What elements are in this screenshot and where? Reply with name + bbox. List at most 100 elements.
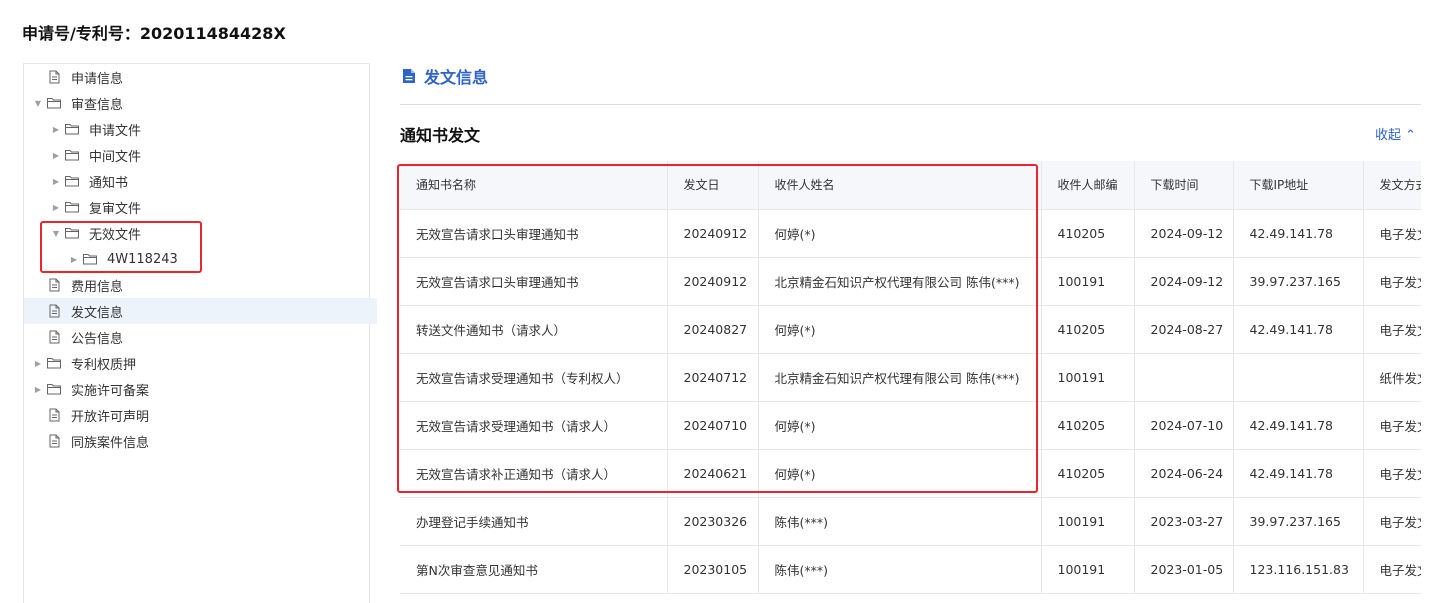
tree-item-label: 中间文件 xyxy=(89,149,142,165)
tree-item[interactable]: ▼ 审查信息 xyxy=(24,90,377,116)
table-cell: 何婷(*) xyxy=(758,305,1042,354)
table-cell: 20240912 xyxy=(667,257,759,306)
folder-icon xyxy=(64,200,80,214)
caret-right-icon[interactable]: ▶ xyxy=(50,177,62,186)
table-cell: 北京精金石知识产权代理有限公司 陈伟(***) xyxy=(758,353,1042,402)
table-cell: 何婷(*) xyxy=(758,449,1042,498)
table-cell: 电子发文 xyxy=(1363,209,1421,258)
tree-item[interactable]: ▶ 申请文件 xyxy=(24,116,395,142)
folder-icon xyxy=(64,174,80,188)
folder-icon xyxy=(46,382,62,396)
tree-item-label: 申请信息 xyxy=(71,71,124,87)
table-cell: 20240827 xyxy=(667,305,759,354)
tree-item[interactable]: ▶同族案件信息 xyxy=(24,428,377,454)
table-cell: 100191 xyxy=(1041,545,1135,594)
table-cell: 无效宣告请求口头审理通知书 xyxy=(400,257,668,306)
caret-right-icon[interactable]: ▶ xyxy=(32,385,44,394)
tree-item-label: 发文信息 xyxy=(71,305,124,321)
table-cell: 电子发文 xyxy=(1363,257,1421,306)
folder-icon xyxy=(64,226,80,240)
column-header: 收件人邮编 xyxy=(1041,161,1135,210)
table-row[interactable]: 无效宣告请求口头审理通知书 20240912 北京精金石知识产权代理有限公司 陈伟(… xyxy=(400,257,1421,306)
tree-item-label: 无效文件 xyxy=(89,227,142,243)
tree-item[interactable]: ▶ 实施许可备案 xyxy=(24,376,377,402)
page-title: 申请号/专利号：202011484428X xyxy=(22,24,286,43)
document-icon xyxy=(46,70,62,84)
table-cell: 20240710 xyxy=(667,401,759,450)
table-cell: 2024-07-10 xyxy=(1134,401,1234,450)
tree-item[interactable]: ▶ 通知书 xyxy=(24,168,395,194)
tree-item[interactable]: ▶发文信息 xyxy=(24,298,377,324)
table-cell: 2024-06-24 xyxy=(1134,449,1234,498)
table-cell: 2023-03-27 xyxy=(1134,497,1234,546)
tree-item[interactable]: ▼ 无效文件 xyxy=(24,220,395,246)
tree-item[interactable]: ▶公告信息 xyxy=(24,324,377,350)
table-cell: 20240621 xyxy=(667,449,759,498)
table-cell: 410205 xyxy=(1041,401,1135,450)
table-cell: 第N次审查意见通知书 xyxy=(400,545,668,594)
table-cell: 陈伟(***) xyxy=(758,545,1042,594)
table-cell: 无效宣告请求受理通知书（请求人） xyxy=(400,401,668,450)
table-cell: 何婷(*) xyxy=(758,401,1042,450)
table-row[interactable]: 无效宣告请求补正通知书（请求人） 20240621 何婷(*) 410205 2024-… xyxy=(400,449,1421,498)
table-cell: 转送文件通知书（请求人） xyxy=(400,305,668,354)
tree-item-label: 同族案件信息 xyxy=(71,435,150,451)
tree-item[interactable]: ▶费用信息 xyxy=(24,272,377,298)
table-cell: 无效宣告请求受理通知书（专利权人） xyxy=(400,353,668,402)
tree-item[interactable]: ▶ 中间文件 xyxy=(24,142,395,168)
caret-down-icon[interactable]: ▼ xyxy=(32,99,44,108)
folder-icon xyxy=(46,96,62,110)
column-header: 发文日 xyxy=(667,161,759,210)
tree-item-label: 专利权质押 xyxy=(71,357,137,373)
notice-table-container: 通知书名称发文日收件人姓名收件人邮编下载时间下载IP地址发文方式 无效宣告请求口… xyxy=(400,161,1421,595)
tree-item[interactable]: ▶ 复审文件 xyxy=(24,194,395,220)
table-cell: 纸件发文 xyxy=(1363,353,1421,402)
table-row[interactable]: 办理登记手续通知书 20230326 陈伟(***) 100191 2023-03-27… xyxy=(400,497,1421,546)
caret-right-icon[interactable]: ▶ xyxy=(68,255,80,264)
table-cell: 20240912 xyxy=(667,209,759,258)
subsection-title: 通知书发文 xyxy=(400,126,481,145)
column-header: 收件人姓名 xyxy=(758,161,1042,210)
table-row[interactable]: 无效宣告请求受理通知书（专利权人） 20240712 北京精金石知识产权代理有限公司… xyxy=(400,353,1421,402)
table-cell: 2024-09-12 xyxy=(1134,257,1234,306)
table-header-row: 通知书名称发文日收件人姓名收件人邮编下载时间下载IP地址发文方式 xyxy=(400,161,1421,210)
tree-item[interactable]: ▶申请信息 xyxy=(24,64,377,90)
navigation-tree: ▶申请信息▼审查信息▶申请文件▶中间文件▶通知书▶复审文件▼无效文件▶4W118… xyxy=(23,63,377,603)
caret-right-icon[interactable]: ▶ xyxy=(50,125,62,134)
table-body: 无效宣告请求口头审理通知书 20240912 何婷(*) 410205 2024-09-… xyxy=(400,209,1421,594)
section-title: 发文信息 xyxy=(424,68,489,87)
table-row[interactable]: 无效宣告请求口头审理通知书 20240912 何婷(*) 410205 2024-09-… xyxy=(400,209,1421,258)
tree-item-label: 复审文件 xyxy=(89,201,142,217)
tree-item-label: 通知书 xyxy=(89,175,129,191)
caret-right-icon[interactable]: ▶ xyxy=(32,359,44,368)
caret-right-icon[interactable]: ▶ xyxy=(50,203,62,212)
table-cell: 2024-09-12 xyxy=(1134,209,1234,258)
table-row[interactable]: 第N次审查意见通知书 20230105 陈伟(***) 100191 2023-01-0… xyxy=(400,545,1421,594)
tree-item-label: 申请文件 xyxy=(89,123,142,139)
tree-item[interactable]: ▶ 专利权质押 xyxy=(24,350,377,376)
tree-item-label: 公告信息 xyxy=(71,331,124,347)
column-header: 发文方式 xyxy=(1363,161,1421,210)
table-cell: 123.116.151.83 xyxy=(1233,545,1364,594)
table-cell: 何婷(*) xyxy=(758,209,1042,258)
table-cell: 100191 xyxy=(1041,497,1135,546)
table-cell: 2023-01-05 xyxy=(1134,545,1234,594)
caret-down-icon[interactable]: ▼ xyxy=(50,229,62,238)
table-cell xyxy=(1134,353,1234,402)
caret-right-icon[interactable]: ▶ xyxy=(50,151,62,160)
tree-item-label: 开放许可声明 xyxy=(71,409,150,425)
table-cell: 42.49.141.78 xyxy=(1233,449,1364,498)
tree-item[interactable]: ▶ 4W118243 xyxy=(24,246,413,272)
table-row[interactable]: 无效宣告请求受理通知书（请求人） 20240710 何婷(*) 410205 2024-… xyxy=(400,401,1421,450)
collapse-link[interactable]: 收起 ⌃ xyxy=(1375,124,1416,143)
folder-icon xyxy=(64,148,80,162)
table-cell: 电子发文 xyxy=(1363,449,1421,498)
table-cell: 电子发文 xyxy=(1363,545,1421,594)
table-cell xyxy=(1233,353,1364,402)
tree-item[interactable]: ▶开放许可声明 xyxy=(24,402,377,428)
folder-icon xyxy=(82,252,98,266)
table-cell: 42.49.141.78 xyxy=(1233,401,1364,450)
table-cell: 39.97.237.165 xyxy=(1233,497,1364,546)
table-row[interactable]: 转送文件通知书（请求人） 20240827 何婷(*) 410205 2024-08-2… xyxy=(400,305,1421,354)
document-icon xyxy=(46,330,62,344)
